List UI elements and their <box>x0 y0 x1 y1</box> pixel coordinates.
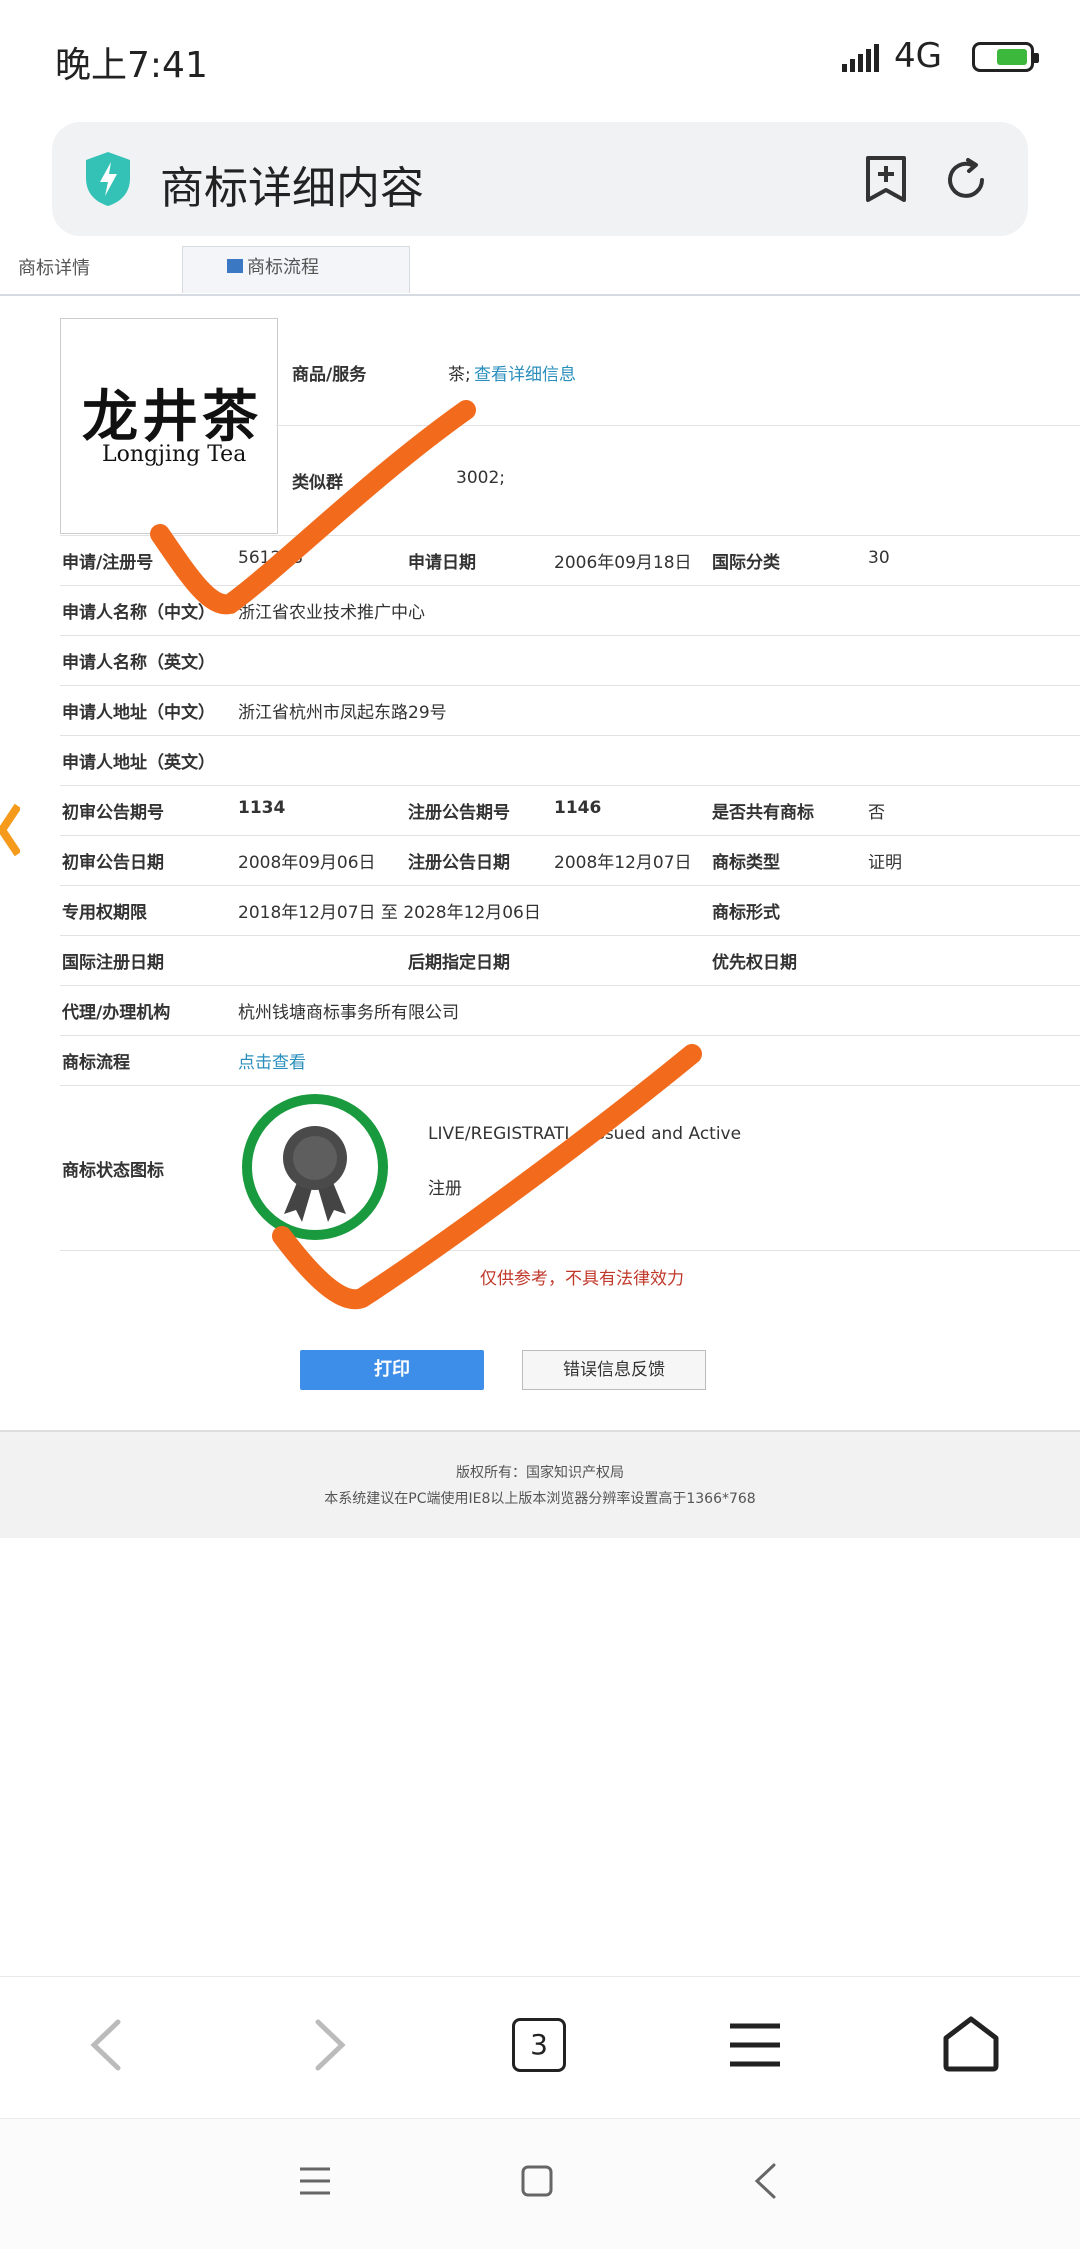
reload-icon[interactable] <box>942 156 990 204</box>
print-button[interactable]: 打印 <box>300 1350 484 1390</box>
list-icon <box>227 259 243 273</box>
footer-copyright: 版权所有：国家知识产权局 <box>456 1465 624 1481</box>
system-back-icon[interactable] <box>752 2162 778 2200</box>
address-en-label: 申请人地址（英文） <box>62 753 215 773</box>
status-time: 晚上7:41 <box>55 45 208 86</box>
tm-type-value: 证明 <box>868 853 902 873</box>
checkmark-annotation-1 <box>150 400 476 615</box>
divider <box>60 885 1080 886</box>
footer-note: 本系统建议在PC端使用IE8以上版本浏览器分辨率设置高于1366*768 <box>324 1491 756 1507</box>
prelim-date-label: 初审公告日期 <box>62 853 164 873</box>
home-icon[interactable] <box>942 2016 1000 2072</box>
battery-icon <box>972 42 1039 72</box>
divider <box>60 735 1080 736</box>
goods-detail-link[interactable]: 查看详细信息 <box>474 360 576 385</box>
reg-pub-date-value: 2008年12月07日 <box>554 853 692 873</box>
reg-pub-date-label: 注册公告日期 <box>408 853 510 873</box>
reg-pub-no-label: 注册公告期号 <box>408 803 510 823</box>
applicant-en-label: 申请人名称（英文） <box>62 653 215 673</box>
divider <box>60 785 1080 786</box>
divider <box>60 935 1080 936</box>
tab-trademark-detail[interactable]: 商标详情 <box>18 254 90 280</box>
goods-label: 商品/服务 <box>292 365 367 385</box>
bookmark-add-icon[interactable] <box>862 154 910 204</box>
signal-icon <box>842 44 879 72</box>
term-label: 专用权期限 <box>62 903 147 923</box>
intl-class-value: 30 <box>868 548 890 568</box>
goods-value: 茶; <box>448 365 471 385</box>
tm-form-label: 商标形式 <box>712 903 780 923</box>
divider <box>60 985 1080 986</box>
page-footer <box>0 1430 1080 1538</box>
address-cn-value: 浙江省杭州市凤起东路29号 <box>238 703 447 723</box>
feedback-button[interactable]: 错误信息反馈 <box>522 1350 706 1390</box>
later-date-label: 后期指定日期 <box>408 953 510 973</box>
checkmark-annotation-2 <box>272 1044 702 1310</box>
term-value: 2018年12月07日 至 2028年12月06日 <box>238 903 541 923</box>
flow-label: 商标流程 <box>62 1053 130 1073</box>
page-tab-bar <box>0 254 1080 296</box>
shared-value: 否 <box>868 803 885 823</box>
shield-icon <box>86 152 130 206</box>
apply-date-value: 2006年09月18日 <box>554 553 692 573</box>
side-arrow-icon <box>0 803 20 857</box>
page-title: 商标详细内容 <box>160 163 424 214</box>
menu-icon[interactable] <box>728 2022 782 2068</box>
priority-date-label: 优先权日期 <box>712 953 797 973</box>
forward-icon[interactable] <box>312 2018 348 2072</box>
prelim-date-value: 2008年09月06日 <box>238 853 376 873</box>
tab-trademark-flow[interactable]: 商标流程 <box>182 246 410 293</box>
intl-class-label: 国际分类 <box>712 553 780 573</box>
back-icon[interactable] <box>88 2018 124 2072</box>
address-cn-label: 申请人地址（中文） <box>62 703 215 723</box>
tm-type-label: 商标类型 <box>712 853 780 873</box>
agent-label: 代理/办理机构 <box>62 1003 171 1023</box>
status-icon-label: 商标状态图标 <box>62 1161 164 1181</box>
divider <box>60 835 1080 836</box>
system-home-icon[interactable] <box>520 2164 554 2198</box>
reg-pub-no-value: 1146 <box>554 798 602 818</box>
shared-label: 是否共有商标 <box>712 803 814 823</box>
recents-icon[interactable] <box>298 2166 332 2196</box>
tabs-button[interactable]: 3 <box>512 2018 566 2072</box>
agent-value: 杭州钱塘商标事务所有限公司 <box>238 1003 459 1023</box>
intl-reg-date-label: 国际注册日期 <box>62 953 164 973</box>
prelim-no-label: 初审公告期号 <box>62 803 164 823</box>
divider <box>60 635 1080 636</box>
network-type: 4G <box>894 36 942 76</box>
prelim-no-value: 1134 <box>238 798 286 818</box>
divider <box>60 685 1080 686</box>
